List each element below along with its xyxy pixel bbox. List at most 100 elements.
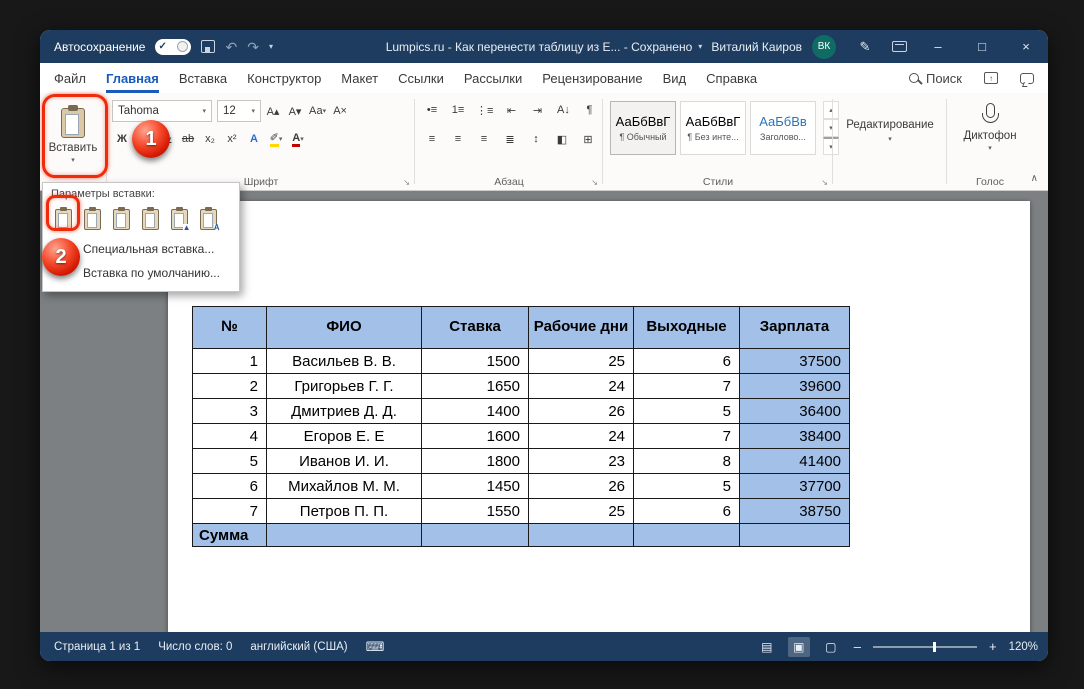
close-button[interactable]: × [1004,30,1048,63]
strikethrough-button[interactable]: ab [178,129,198,149]
table-cell[interactable]: 38400 [739,423,850,449]
table-cell[interactable]: Григорьев Г. Г. [266,373,422,399]
undo-icon[interactable]: ↶ [225,40,237,54]
web-layout-icon[interactable]: ▢ [820,637,842,657]
table-cell[interactable]: 26 [528,473,634,499]
document-page[interactable]: № ФИО Ставка Рабочие дни Выходные Зарпла… [168,201,1030,632]
table-cell[interactable]: 38750 [739,498,850,524]
avatar[interactable]: ВК [812,34,836,59]
table-cell[interactable]: 41400 [739,448,850,474]
zoom-level[interactable]: 120% [1009,641,1038,653]
table-cell[interactable]: 5 [633,398,740,424]
tab-review[interactable]: Рецензирование [542,63,642,93]
table-cell[interactable]: 1800 [421,448,529,474]
table-cell[interactable]: 8 [633,448,740,474]
table-cell[interactable]: 1550 [421,498,529,524]
style-no-spacing[interactable]: АаБбВвГ ¶ Без инте... [680,101,746,155]
increase-indent-icon[interactable]: ⇥ [527,100,547,120]
maximize-button[interactable]: □ [960,30,1004,63]
font-dialog-launcher-icon[interactable]: ↘ [403,178,410,187]
table-cell[interactable]: 24 [528,373,634,399]
tab-insert[interactable]: Вставка [179,63,227,93]
redo-icon[interactable]: ↷ [247,40,259,54]
table-cell[interactable]: 4 [192,423,267,449]
table-cell[interactable]: 37500 [739,348,850,374]
pen-icon[interactable]: ✎ [848,30,882,63]
table-cell[interactable] [739,523,850,547]
bold-button[interactable]: Ж [112,129,132,149]
clear-formatting-button[interactable]: А× [330,101,350,121]
zoom-in-button[interactable]: + [987,639,999,654]
tab-design[interactable]: Конструктор [247,63,321,93]
table-cell[interactable]: 5 [633,473,740,499]
table-cell[interactable]: 7 [633,373,740,399]
table-cell[interactable]: 2 [192,373,267,399]
dictate-button[interactable]: Диктофон ▾ [948,103,1032,152]
autosave-toggle[interactable]: ✓ [155,38,192,55]
paste-text-only-icon[interactable]: A [195,205,221,233]
table-cell[interactable]: 1 [192,348,267,374]
bullets-icon[interactable]: •≡ [422,100,442,120]
paste-link-use-destination-icon[interactable] [137,205,163,233]
align-right-icon[interactable]: ≡ [474,129,494,149]
table-cell[interactable]: 6 [633,348,740,374]
comments-icon[interactable] [1020,72,1034,84]
table-cell[interactable]: 24 [528,423,634,449]
tab-references[interactable]: Ссылки [398,63,444,93]
minimize-button[interactable]: – [916,30,960,63]
print-layout-icon[interactable]: ▣ [787,636,810,657]
table-cell[interactable]: 1450 [421,473,529,499]
tab-mailings[interactable]: Рассылки [464,63,522,93]
borders-icon[interactable]: ⊞ [578,129,598,149]
header-cell[interactable]: ФИО [266,306,422,349]
table-cell[interactable]: 1500 [421,348,529,374]
table-cell[interactable]: 3 [192,398,267,424]
pilcrow-icon[interactable]: ¶ [579,100,599,120]
change-case-button[interactable]: Аа ▾ [307,101,328,121]
search-box[interactable]: Поиск [908,71,962,86]
user-name[interactable]: Виталий Каиров [711,40,802,54]
keyboard-icon[interactable]: ⌨ [366,639,385,655]
paragraph-dialog-launcher-icon[interactable]: ↘ [591,178,598,187]
word-count[interactable]: Число слов: 0 [158,641,232,653]
header-cell[interactable]: Выходные [633,306,740,349]
font-name-combo[interactable]: Tahoma ▾ [112,100,212,122]
table-cell[interactable]: 7 [633,423,740,449]
read-mode-icon[interactable]: ▤ [756,637,778,657]
table-cell[interactable] [421,523,529,547]
table-cell[interactable]: Васильев В. В. [266,348,422,374]
sort-icon[interactable]: А↓ [553,100,573,120]
shading-icon[interactable]: ◧ [552,129,572,149]
justify-icon[interactable]: ≣ [500,129,520,149]
editing-button[interactable]: Редактирование ▾ [834,119,946,143]
quick-access-caret-icon[interactable]: ▾ [269,42,273,51]
table-cell[interactable]: Егоров Е. Е [266,423,422,449]
table-cell[interactable]: 7 [192,498,267,524]
paste-picture-icon[interactable]: ▲ [166,205,192,233]
tab-layout[interactable]: Макет [341,63,378,93]
align-left-icon[interactable]: ≡ [422,129,442,149]
tab-file[interactable]: Файл [54,63,86,93]
tab-home[interactable]: Главная [106,63,159,93]
table-cell[interactable]: 1400 [421,398,529,424]
text-effects-button[interactable]: А [244,129,264,149]
page-indicator[interactable]: Страница 1 из 1 [54,641,140,653]
table-cell[interactable] [633,523,740,547]
style-heading1[interactable]: АаБбВв Заголово... [750,101,816,155]
header-cell[interactable]: Рабочие дни [528,306,634,349]
table-cell[interactable]: 6 [633,498,740,524]
grow-font-button[interactable]: А▴ [263,101,283,121]
styles-dialog-launcher-icon[interactable]: ↘ [821,178,828,187]
table-cell[interactable]: Дмитриев Д. Д. [266,398,422,424]
ribbon-display-options-icon[interactable] [882,30,916,63]
numbering-icon[interactable]: 1≡ [448,100,468,120]
table-cell[interactable]: Иванов И. И. [266,448,422,474]
decrease-indent-icon[interactable]: ⇤ [501,100,521,120]
tab-view[interactable]: Вид [663,63,687,93]
header-cell[interactable]: Зарплата [739,306,850,349]
save-icon[interactable] [201,40,216,53]
align-center-icon[interactable]: ≡ [448,129,468,149]
shrink-font-button[interactable]: А▾ [285,101,305,121]
zoom-slider-thumb[interactable] [933,641,937,652]
table-cell[interactable]: Петров П. П. [266,498,422,524]
